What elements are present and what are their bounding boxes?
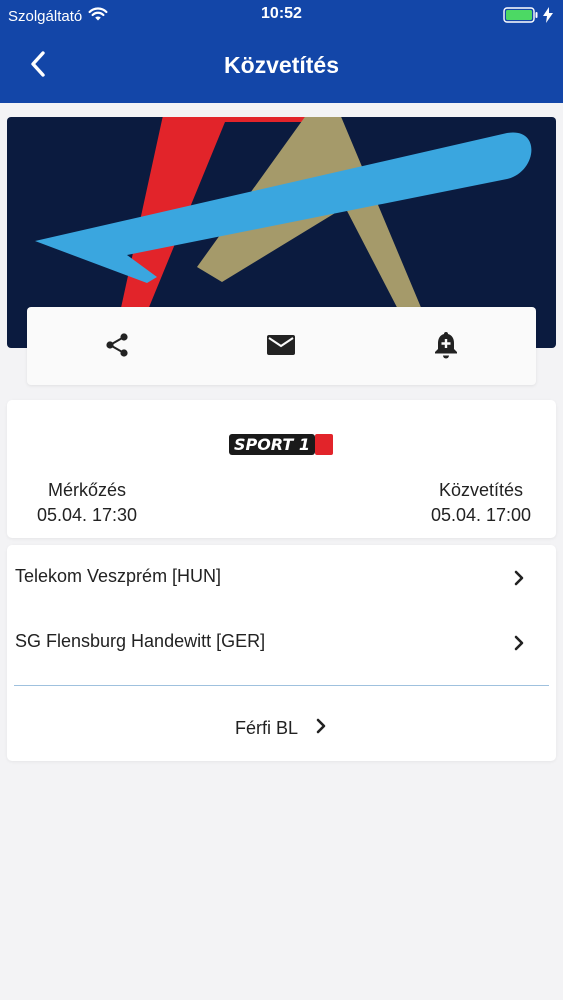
page-title: Közvetítés <box>223 52 340 78</box>
league-label: Férfi BL <box>234 717 299 738</box>
teams-card: Telekom Veszprém [HUN] SG Flensburg Hand… <box>7 545 556 761</box>
status-bar: Szolgáltató 10:52 <box>0 0 563 30</box>
share-button[interactable] <box>99 329 135 365</box>
broadcast-info-card: SPORT 1 Mérkőzés 05.04. 17:30 Közvetítés… <box>7 400 556 538</box>
chevron-right-icon <box>512 635 526 651</box>
mail-icon <box>266 333 296 362</box>
team-name: Telekom Veszprém [HUN] <box>15 566 222 586</box>
action-bar <box>27 307 536 385</box>
league-link[interactable]: Férfi BL <box>7 705 556 751</box>
broadcast-time: 05.04. 17:00 <box>430 505 532 525</box>
channel-logo-text: SPORT 1 <box>234 435 310 454</box>
clock: 10:52 <box>261 5 302 22</box>
match-time-block: Mérkőzés 05.04. 17:30 <box>22 480 152 527</box>
chevron-right-icon <box>512 570 526 586</box>
team-row-home[interactable]: Telekom Veszprém [HUN] <box>7 551 556 603</box>
team-row-away[interactable]: SG Flensburg Handewitt [GER] <box>7 616 556 668</box>
broadcast-label: Közvetítés <box>438 480 524 500</box>
add-reminder-button[interactable] <box>428 329 464 365</box>
broadcast-time-block: Közvetítés 05.04. 17:00 <box>421 480 541 527</box>
match-time: 05.04. 17:30 <box>36 505 138 525</box>
channel-logo: SPORT 1 <box>229 433 334 457</box>
team-name: SG Flensburg Handewitt [GER] <box>15 631 266 651</box>
charging-bolt-icon <box>543 7 553 28</box>
header: Szolgáltató 10:52 Közvetítés <box>0 0 563 103</box>
chevron-right-icon <box>314 718 328 739</box>
match-label: Mérkőzés <box>47 480 127 500</box>
nav-bar: Közvetítés <box>0 30 563 103</box>
battery <box>503 7 553 28</box>
email-button[interactable] <box>263 329 299 365</box>
bell-plus-icon <box>432 330 460 365</box>
divider <box>14 685 549 686</box>
share-icon <box>103 331 131 364</box>
battery-icon <box>503 7 539 28</box>
